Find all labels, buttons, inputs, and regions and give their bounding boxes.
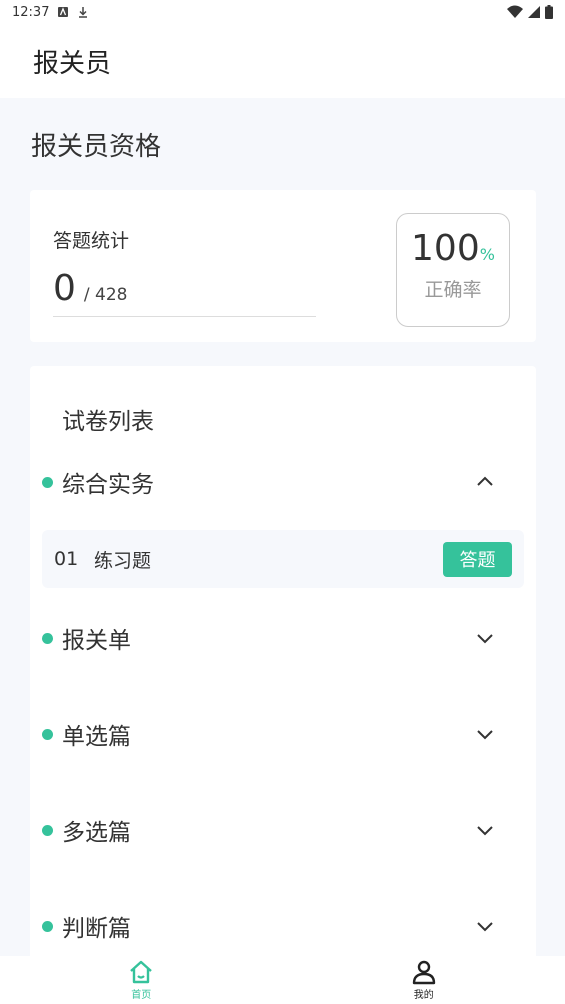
answer-button[interactable]: 答题 [443,541,512,577]
category-dot [42,632,53,644]
user-icon [412,960,435,985]
paper-item-row[interactable]: 01 练习题 答题 [42,530,524,588]
battery-icon [545,5,553,19]
category-label: 单选篇 [62,724,131,750]
category-label: 报关单 [62,628,131,654]
chevron-up-icon[interactable] [474,471,496,493]
category-dot [42,920,53,932]
category-baoguandan[interactable]: 报关单 [30,613,536,663]
stats-label: 答题统计 [53,230,130,252]
section-title: 报关员资格 [31,132,162,162]
accuracy-label: 正确率 [424,279,482,301]
chevron-down-icon[interactable] [474,627,496,649]
category-panduan[interactable]: 判断篇 [30,901,536,951]
download-icon [79,7,88,18]
signal-icon [528,6,540,18]
total-count: / 428 [83,285,128,305]
category-dot [42,728,53,740]
paper-item-name: 练习题 [94,549,152,572]
chevron-down-icon[interactable] [474,915,496,937]
accuracy-unit: % [479,245,495,264]
status-time: 12:37 [12,4,50,20]
paper-list-card: 试卷列表 综合实务 01 练习题 答题 报关单 单选篇 多选篇 判断篇 [30,366,536,966]
nav-home-label: 首页 [131,990,152,1001]
accuracy-box: 100% 正确率 [396,213,510,327]
home-icon [130,960,153,984]
nav-home[interactable]: 首页 [0,956,283,1004]
accuracy-value: 100 [411,228,480,269]
category-label: 判断篇 [62,916,131,942]
category-dot [42,824,53,836]
stats-card: 答题统计 0 / 428 100% 正确率 [30,190,536,342]
accuracy-value-line: 100% [397,228,509,269]
chevron-down-icon[interactable] [474,819,496,841]
app-title: 报关员 [33,48,112,79]
paper-item-number: 01 [54,548,79,570]
category-label: 综合实务 [62,472,154,498]
progress-underline [53,316,316,317]
category-duoxuan[interactable]: 多选篇 [30,805,536,855]
notification-a-icon [58,7,69,17]
paper-list-title: 试卷列表 [62,409,154,435]
status-bar: 12:37 [0,0,565,24]
category-zonghe-shiwu[interactable]: 综合实务 [30,457,536,507]
wifi-icon [507,5,523,18]
category-danxuan[interactable]: 单选篇 [30,709,536,759]
chevron-down-icon[interactable] [474,723,496,745]
bottom-nav: 首页 我的 [0,956,565,1004]
app-bar: 报关员 [0,24,565,98]
stats-count: 0 / 428 [53,268,128,309]
category-label: 多选篇 [62,820,131,846]
answered-count: 0 [53,268,76,309]
nav-mine[interactable]: 我的 [283,956,565,1004]
category-dot [42,476,53,488]
nav-mine-label: 我的 [413,990,434,1001]
